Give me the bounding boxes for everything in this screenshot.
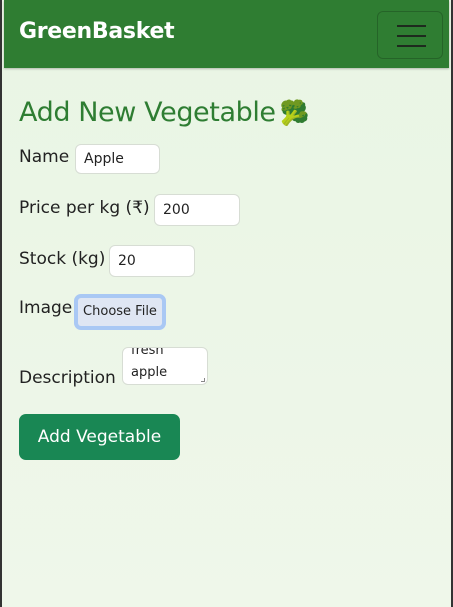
page-title: Add New Vegetable 🥦 bbox=[19, 97, 310, 128]
price-label: Price per kg (₹) bbox=[19, 198, 150, 218]
stock-label: Stock (kg) bbox=[19, 249, 106, 269]
description-line-2: apple bbox=[131, 365, 168, 380]
navbar: GreenBasket bbox=[4, 0, 449, 68]
brand-logo-text[interactable]: GreenBasket bbox=[19, 19, 175, 44]
navbar-toggle-button[interactable] bbox=[377, 11, 443, 59]
description-label: Description bbox=[19, 368, 116, 388]
image-label: Image bbox=[19, 298, 73, 318]
description-line-1: fresh bbox=[131, 347, 164, 358]
broccoli-icon: 🥦 bbox=[279, 99, 310, 127]
description-textarea[interactable]: fresh apple bbox=[122, 347, 208, 385]
price-input[interactable]: 200 bbox=[154, 194, 240, 226]
name-label: Name bbox=[19, 147, 70, 167]
resize-handle-icon[interactable] bbox=[201, 378, 205, 382]
choose-file-button[interactable]: Choose File bbox=[74, 294, 166, 330]
name-input[interactable]: Apple bbox=[75, 144, 160, 174]
stock-input[interactable]: 20 bbox=[109, 245, 195, 277]
page-title-text: Add New Vegetable bbox=[19, 97, 276, 128]
page-frame: GreenBasket Add New Vegetable 🥦 Name Appl… bbox=[0, 0, 453, 607]
add-vegetable-button[interactable]: Add Vegetable bbox=[19, 414, 180, 460]
